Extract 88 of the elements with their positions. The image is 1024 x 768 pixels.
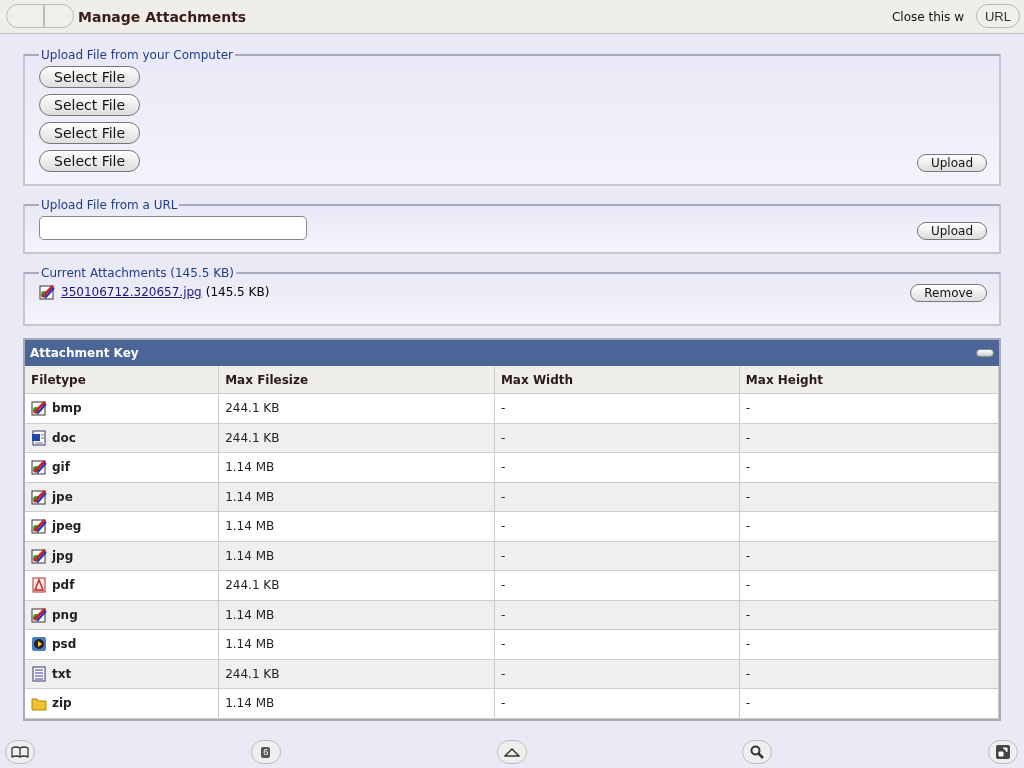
select-file-button[interactable]: Select File xyxy=(39,66,141,88)
up-chevron-icon xyxy=(503,747,520,757)
table-cell: - xyxy=(739,452,999,482)
table-cell: - xyxy=(494,452,740,482)
tab-count: 6 xyxy=(261,746,271,758)
table-cell: bmp xyxy=(52,401,82,416)
window-title: Manage Attachments xyxy=(78,8,247,25)
table-title: Attachment Key xyxy=(30,346,139,360)
bookmarks-button[interactable] xyxy=(5,740,35,764)
upload-button[interactable]: Upload xyxy=(916,154,987,172)
table-cell: 1.14 MB xyxy=(218,688,495,718)
image-icon xyxy=(31,400,47,417)
resize-button[interactable] xyxy=(988,740,1018,764)
table-cell: 1.14 MB xyxy=(218,600,495,630)
table-cell: 244.1 KB xyxy=(218,423,495,453)
table-cell: gif xyxy=(52,460,70,475)
table-cell: - xyxy=(739,511,999,541)
table-cell: txt xyxy=(52,666,72,681)
table-cell: - xyxy=(739,541,999,571)
panel-legend: Upload File from a URL xyxy=(39,198,180,212)
table-cell: - xyxy=(739,482,999,512)
image-icon xyxy=(31,606,47,623)
search-icon xyxy=(750,745,765,759)
table-cell: - xyxy=(739,393,999,423)
table-cell: 1.14 MB xyxy=(218,629,495,659)
table-cell: - xyxy=(739,423,999,453)
table-cell: 244.1 KB xyxy=(218,570,495,600)
table-cell: psd xyxy=(52,637,77,652)
table-cell: - xyxy=(494,541,740,571)
select-file-button[interactable]: Select File xyxy=(39,150,141,172)
table-cell: - xyxy=(739,629,999,659)
pdf-icon xyxy=(31,577,47,594)
table-cell: - xyxy=(494,629,740,659)
table-cell: - xyxy=(494,659,740,689)
attachment-size: (145.5 KB) xyxy=(205,285,270,299)
text-file-icon xyxy=(31,665,47,682)
table-cell: 244.1 KB xyxy=(218,659,495,689)
image-icon xyxy=(31,547,47,564)
table-cell: jpg xyxy=(52,548,74,563)
table-cell: 1.14 MB xyxy=(218,511,495,541)
tabs-button[interactable]: 6 xyxy=(250,740,281,764)
table-cell: - xyxy=(739,659,999,689)
table-cell: 244.1 KB xyxy=(218,393,495,423)
table-cell: - xyxy=(494,688,740,718)
book-icon xyxy=(11,746,29,758)
folder-icon xyxy=(31,695,47,712)
search-button[interactable] xyxy=(742,740,773,764)
table-cell: - xyxy=(494,423,740,453)
column-header: Max Height xyxy=(739,366,999,394)
table-cell: zip xyxy=(52,696,72,711)
table-cell: - xyxy=(494,393,740,423)
table-cell: 1.14 MB xyxy=(218,452,495,482)
url-button[interactable]: URL xyxy=(976,4,1020,28)
table-cell: - xyxy=(739,688,999,718)
select-file-button[interactable]: Select File xyxy=(39,122,141,144)
image-icon xyxy=(31,518,47,535)
panel-legend: Current Attachments (145.5 KB) xyxy=(39,266,236,280)
table-cell: - xyxy=(494,600,740,630)
table-cell: - xyxy=(494,482,740,512)
close-window-link[interactable]: Close this w xyxy=(891,9,964,24)
table-cell: - xyxy=(739,570,999,600)
remove-button[interactable]: Remove xyxy=(910,284,987,302)
panel-legend: Upload File from your Computer xyxy=(39,48,235,62)
table-cell: 1.14 MB xyxy=(218,482,495,512)
table-cell: - xyxy=(494,511,740,541)
image-icon xyxy=(31,459,47,476)
column-header: Filetype xyxy=(25,366,219,394)
table-cell: pdf xyxy=(52,578,75,593)
document-icon xyxy=(31,429,47,446)
disc-icon xyxy=(31,636,47,653)
column-header: Max Width xyxy=(494,366,740,394)
table-cell: jpe xyxy=(52,489,73,504)
table-cell: - xyxy=(739,600,999,630)
table-cell: png xyxy=(52,607,78,622)
upload-button[interactable]: Upload xyxy=(916,222,987,240)
attachment-link[interactable]: 350106712.320657.jpg xyxy=(61,285,202,299)
table-cell: - xyxy=(494,570,740,600)
scroll-top-button[interactable] xyxy=(496,740,527,764)
resize-icon xyxy=(996,745,1010,759)
image-icon xyxy=(39,284,55,300)
table-cell: jpeg xyxy=(52,519,82,534)
table-cell: doc xyxy=(52,430,76,445)
column-header: Max Filesize xyxy=(218,366,495,394)
select-file-button[interactable]: Select File xyxy=(39,94,141,116)
image-icon xyxy=(31,488,47,505)
table-cell: 1.14 MB xyxy=(218,541,495,571)
url-input-field[interactable] xyxy=(39,216,307,240)
collapse-toggle[interactable] xyxy=(976,349,994,357)
